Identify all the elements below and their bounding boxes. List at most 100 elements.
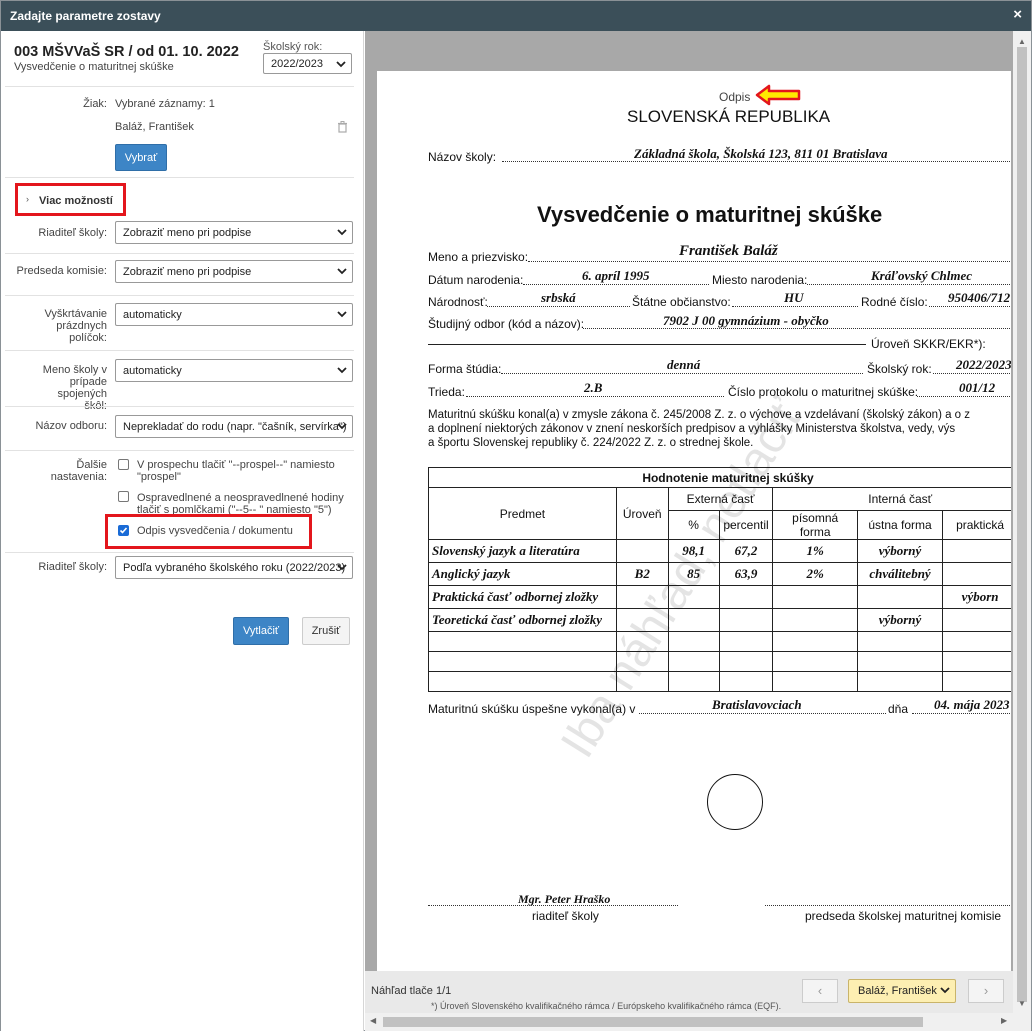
empty-cell	[942, 631, 1011, 652]
subject-cell: Slovenský jazyk a literatúra	[428, 539, 617, 563]
nationality-value: srbská	[541, 290, 576, 305]
signature-line	[765, 905, 1011, 906]
level-cell	[615, 539, 669, 563]
horizontal-scrollbar[interactable]: ◀ ▶	[365, 1013, 1013, 1031]
study-form-label: Forma štúdia:	[428, 362, 502, 376]
dotted-line	[917, 396, 1011, 397]
practical-cell	[942, 608, 1011, 632]
chevron-down-icon	[337, 564, 347, 571]
chair-label: Predseda komisie:	[16, 265, 108, 277]
chevron-down-icon	[337, 268, 347, 275]
director-select[interactable]: Zobraziť meno pri podpise	[115, 221, 353, 244]
study-field-value: 7902 J 00 gymnázium - obyčko	[663, 313, 829, 328]
copy-mark: Odpis	[719, 90, 751, 104]
chair-role: predseda školskej maturitnej komisie	[805, 909, 1002, 923]
empty-cell	[942, 671, 1011, 692]
print-preview: Odpis SLOVENSKÁ REPUBLIKA Názov školy: Z…	[365, 31, 1031, 1031]
school-year-doc-label: Školský rok:	[867, 362, 932, 376]
subject-cell: Teoretická časť odbornej zložky	[428, 608, 617, 632]
school-year-select[interactable]: 2022/2023	[263, 53, 352, 74]
document-title: Vysvedčenie o maturitnej skúške	[537, 202, 883, 227]
dotted-line	[528, 261, 1011, 262]
report-subtitle: Vysvedčenie o maturitnej skúške	[14, 61, 174, 73]
director-value: Zobraziť meno pri podpise	[123, 227, 252, 239]
law-text: a športu Slovenskej republiky č. 224/202…	[428, 437, 754, 449]
dotted-line	[912, 713, 1011, 714]
student-preview-select[interactable]: Baláž, František	[848, 979, 956, 1003]
prospel-option-label: V prospechu tlačiť "--prospel--" namiest…	[137, 459, 335, 483]
school-name-select[interactable]: automaticky	[115, 359, 353, 382]
subject-cell: Anglický jazyk	[428, 562, 617, 586]
empty-row	[428, 671, 1011, 692]
divider	[5, 450, 354, 451]
scroll-right-icon[interactable]: ▶	[1001, 1016, 1007, 1025]
empty-cell	[942, 651, 1011, 672]
scroll-up-icon[interactable]: ▲	[1018, 37, 1026, 46]
student-count: Vybrané záznamy: 1	[115, 98, 215, 110]
chevron-down-icon	[336, 61, 346, 68]
director2-select[interactable]: Podľa vybraného školského roku (2022/202…	[115, 556, 353, 579]
law-text: a doplnení niektorých zákonov v znení ne…	[428, 423, 956, 435]
scrollbar-thumb[interactable]	[1017, 47, 1027, 1002]
school-year-value: 2022/2023	[271, 58, 323, 70]
empty-cell	[772, 651, 858, 672]
scroll-left-icon[interactable]: ◀	[370, 1016, 376, 1025]
hours-checkbox[interactable]	[118, 491, 129, 502]
scrollbar-thumb[interactable]	[383, 1017, 923, 1027]
empty-cell	[667, 671, 720, 692]
prev-page-button[interactable]: ‹	[802, 979, 838, 1003]
dotted-line	[807, 284, 1011, 285]
student-preview-value: Baláž, František	[858, 985, 937, 997]
next-page-button[interactable]: ›	[968, 979, 1004, 1003]
passed-place: Bratislavovciach	[712, 697, 802, 712]
cancel-button[interactable]: Zrušiť	[302, 617, 350, 645]
practical-cell	[942, 562, 1011, 586]
dotted-line	[639, 713, 886, 714]
birth-label: Dátum narodenia:	[428, 273, 524, 287]
trash-icon[interactable]	[337, 121, 348, 133]
page-indicator: Náhľad tlače 1/1	[371, 985, 452, 997]
vertical-scrollbar[interactable]: ▲ ▼	[1013, 31, 1031, 1031]
chair-select[interactable]: Zobraziť meno pri podpise	[115, 260, 353, 283]
close-icon[interactable]: ×	[1013, 6, 1022, 23]
chevron-down-icon	[940, 987, 950, 994]
divider	[5, 406, 354, 407]
field-label: Názov odboru:	[35, 420, 107, 432]
dotted-line	[487, 306, 630, 307]
field-select[interactable]: Neprekladať do rodu (napr. "čašník, serv…	[115, 415, 353, 438]
empty-row	[428, 631, 1011, 652]
table-row: Teoretická časť odbornej zložky výborný	[428, 608, 1011, 632]
dotted-line	[933, 373, 1011, 374]
prospel-checkbox[interactable]	[118, 459, 129, 470]
oral-cell: chválitebný	[856, 562, 944, 586]
highlight-box	[105, 514, 312, 549]
republic-heading: SLOVENSKÁ REPUBLIKA	[627, 107, 831, 126]
day-value: 04. mája 2023	[934, 697, 1010, 712]
preview-footer: Náhľad tlače 1/1 *) Úroveň Slovenského k…	[365, 971, 1013, 1013]
director2-label: Riaditeľ školy:	[38, 561, 107, 573]
blank-fields-select[interactable]: automaticky	[115, 303, 353, 326]
written-cell	[772, 608, 858, 632]
scroll-down-icon[interactable]: ▼	[1018, 999, 1026, 1008]
print-button[interactable]: Vytlačiť	[233, 617, 289, 645]
written-cell	[772, 585, 858, 609]
school-name-value: Základná škola, Školská 123, 811 01 Brat…	[634, 146, 888, 161]
col-internal: Interná časť	[772, 487, 1011, 511]
chevron-down-icon	[337, 229, 347, 236]
practical-cell: výborn	[942, 585, 1011, 609]
practical-cell	[942, 539, 1011, 563]
select-button[interactable]: Vybrať	[115, 144, 167, 171]
class-label: Trieda:	[428, 385, 465, 399]
empty-cell	[718, 671, 774, 692]
signature-line	[428, 905, 678, 906]
study-form-value: denná	[667, 357, 701, 372]
birth-value: 6. apríl 1995	[582, 268, 650, 283]
subject-cell: Praktická časť odbornej zložky	[428, 585, 617, 609]
blank-fields-value: automaticky	[123, 309, 182, 321]
empty-cell	[772, 671, 858, 692]
percentile-cell	[718, 608, 774, 632]
school-name-value: automaticky	[123, 365, 182, 377]
day-label: dňa	[888, 702, 909, 716]
footnote: *) Úroveň Slovenského kvalifikačného rám…	[431, 1001, 782, 1011]
percentile-cell	[718, 585, 774, 609]
